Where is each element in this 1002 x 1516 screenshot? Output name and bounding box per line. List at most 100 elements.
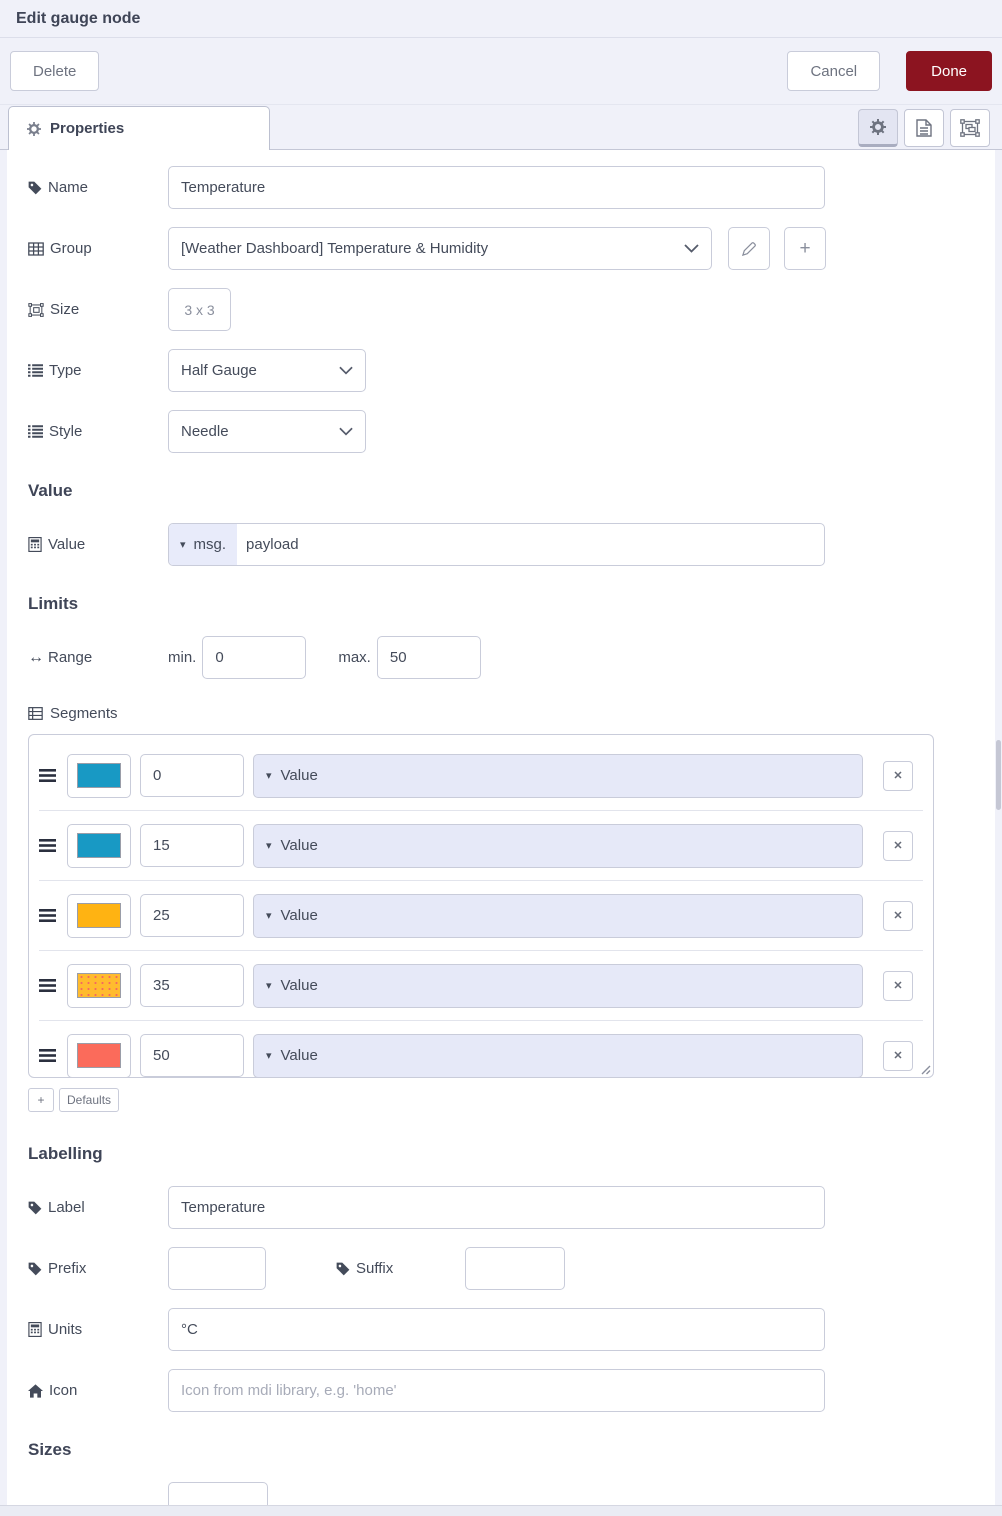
drag-handle-icon[interactable] xyxy=(39,839,59,852)
section-limits-heading: Limits xyxy=(28,594,79,613)
resize-handle[interactable] xyxy=(918,1062,931,1075)
description-icon-button[interactable] xyxy=(904,109,944,147)
list-icon xyxy=(28,425,43,438)
label-label: Label xyxy=(28,1199,168,1216)
appearance-icon-button[interactable] xyxy=(950,109,990,147)
size-button[interactable]: 3 x 3 xyxy=(168,288,231,331)
table-icon xyxy=(28,241,44,256)
group-label: Group xyxy=(28,240,168,257)
tag-icon xyxy=(28,181,42,195)
segment-color-button[interactable] xyxy=(67,893,131,938)
segment-color-button[interactable] xyxy=(67,753,131,798)
group-selected-value: [Weather Dashboard] Temperature & Humidi… xyxy=(181,240,489,257)
segment-color-button[interactable] xyxy=(67,823,131,868)
units-label: Units xyxy=(28,1321,168,1338)
drag-handle-icon[interactable] xyxy=(39,769,59,782)
segment-color-swatch xyxy=(77,763,121,788)
size-label: Size xyxy=(28,301,168,318)
segment-value-input[interactable] xyxy=(140,824,244,867)
segment-row: ▾ Value ✕ xyxy=(39,881,923,951)
prefix-label: Prefix xyxy=(28,1260,168,1277)
prefix-suffix-row: Prefix Suffix xyxy=(28,1247,995,1290)
remove-segment-button[interactable]: ✕ xyxy=(883,760,913,791)
value-typed-input[interactable]: ▾ msg. payload xyxy=(168,523,825,566)
segment-color-button[interactable] xyxy=(67,1033,131,1077)
drag-handle-icon[interactable] xyxy=(39,909,59,922)
value-type-selector[interactable]: ▾ msg. xyxy=(169,524,238,565)
range-max-input[interactable] xyxy=(376,636,481,679)
chevron-down-icon xyxy=(684,244,699,253)
segment-type-label: Value xyxy=(280,767,318,784)
tab-properties[interactable]: Properties xyxy=(8,106,270,151)
label-input[interactable] xyxy=(168,1186,825,1229)
range-max-label: max. xyxy=(338,649,371,666)
arrows-horizontal-icon: ↔ xyxy=(28,648,44,666)
segments-footer: + Defaults xyxy=(28,1088,995,1112)
label-row: Label xyxy=(28,1186,995,1229)
range-min-input[interactable] xyxy=(202,636,307,679)
plus-icon: + xyxy=(799,237,811,259)
delete-button[interactable]: Delete xyxy=(10,51,100,91)
segment-row: ▾ Value ✕ xyxy=(39,951,923,1021)
dialog-header: Edit gauge node xyxy=(0,0,1002,38)
icon-input[interactable] xyxy=(168,1369,825,1412)
tab-bar: Properties xyxy=(0,105,1002,151)
suffix-label: Suffix xyxy=(336,1260,393,1277)
segment-type-select[interactable]: ▾ Value xyxy=(253,753,863,798)
range-min-label: min. xyxy=(168,649,197,666)
done-button[interactable]: Done xyxy=(906,51,992,91)
remove-segment-button[interactable]: ✕ xyxy=(883,900,913,931)
remove-segment-button[interactable]: ✕ xyxy=(883,830,913,861)
suffix-input[interactable] xyxy=(465,1247,566,1290)
edit-group-button[interactable] xyxy=(728,227,770,270)
style-select[interactable]: Needle xyxy=(168,410,366,453)
segments-label: Segments xyxy=(28,705,995,722)
segment-value-input[interactable] xyxy=(140,894,244,937)
home-icon xyxy=(28,1383,43,1398)
defaults-button[interactable]: Defaults xyxy=(59,1088,120,1112)
type-row: Type Half Gauge xyxy=(28,349,995,392)
calculator-icon xyxy=(28,537,42,552)
section-value-heading: Value xyxy=(28,481,73,500)
tag-icon xyxy=(336,1262,350,1276)
remove-segment-button[interactable]: ✕ xyxy=(883,1040,913,1071)
segment-color-swatch xyxy=(77,973,121,998)
drag-handle-icon[interactable] xyxy=(39,1049,59,1062)
segment-type-select[interactable]: ▾ Value xyxy=(253,1033,863,1077)
gear-icon xyxy=(27,121,41,136)
segment-type-select[interactable]: ▾ Value xyxy=(253,893,863,938)
units-input[interactable] xyxy=(168,1308,825,1351)
segment-value-input[interactable] xyxy=(140,1034,244,1077)
segment-color-button[interactable] xyxy=(67,963,131,1008)
object-group-icon xyxy=(960,119,980,137)
segments-container: ▾ Value ✕ ▾ Value ✕ ▾ Value ✕ xyxy=(28,734,934,1078)
segment-type-select[interactable]: ▾ Value xyxy=(253,823,863,868)
tag-icon xyxy=(28,1262,42,1276)
group-select[interactable]: [Weather Dashboard] Temperature & Humidi… xyxy=(168,227,712,270)
name-label: Name xyxy=(28,179,168,196)
value-property-input[interactable]: payload xyxy=(237,536,308,553)
section-sizes-heading: Sizes xyxy=(28,1440,72,1459)
properties-panel: Name Group [Weather Dashboard] Temperatu… xyxy=(7,150,995,1505)
segment-color-swatch xyxy=(77,903,121,928)
cancel-button[interactable]: Cancel xyxy=(787,51,881,91)
units-row: Units xyxy=(28,1308,995,1351)
add-segment-button[interactable]: + xyxy=(28,1088,54,1112)
prefix-input[interactable] xyxy=(168,1247,266,1290)
segment-color-swatch xyxy=(77,1043,121,1068)
caret-down-icon: ▾ xyxy=(180,539,186,551)
drag-handle-icon[interactable] xyxy=(39,979,59,992)
segment-value-input[interactable] xyxy=(140,964,244,1007)
segment-type-select[interactable]: ▾ Value xyxy=(253,963,863,1008)
type-selected-value: Half Gauge xyxy=(181,362,257,379)
type-select[interactable]: Half Gauge xyxy=(168,349,366,392)
remove-segment-button[interactable]: ✕ xyxy=(883,970,913,1001)
properties-icon-button[interactable] xyxy=(858,109,898,147)
add-group-button[interactable]: + xyxy=(784,227,826,270)
caret-down-icon: ▾ xyxy=(266,1050,272,1062)
tab-properties-label: Properties xyxy=(50,120,125,137)
scrollbar-thumb[interactable] xyxy=(996,740,1001,810)
sizes-partial-input[interactable] xyxy=(168,1482,268,1505)
segment-value-input[interactable] xyxy=(140,754,244,797)
name-input[interactable] xyxy=(168,166,825,209)
